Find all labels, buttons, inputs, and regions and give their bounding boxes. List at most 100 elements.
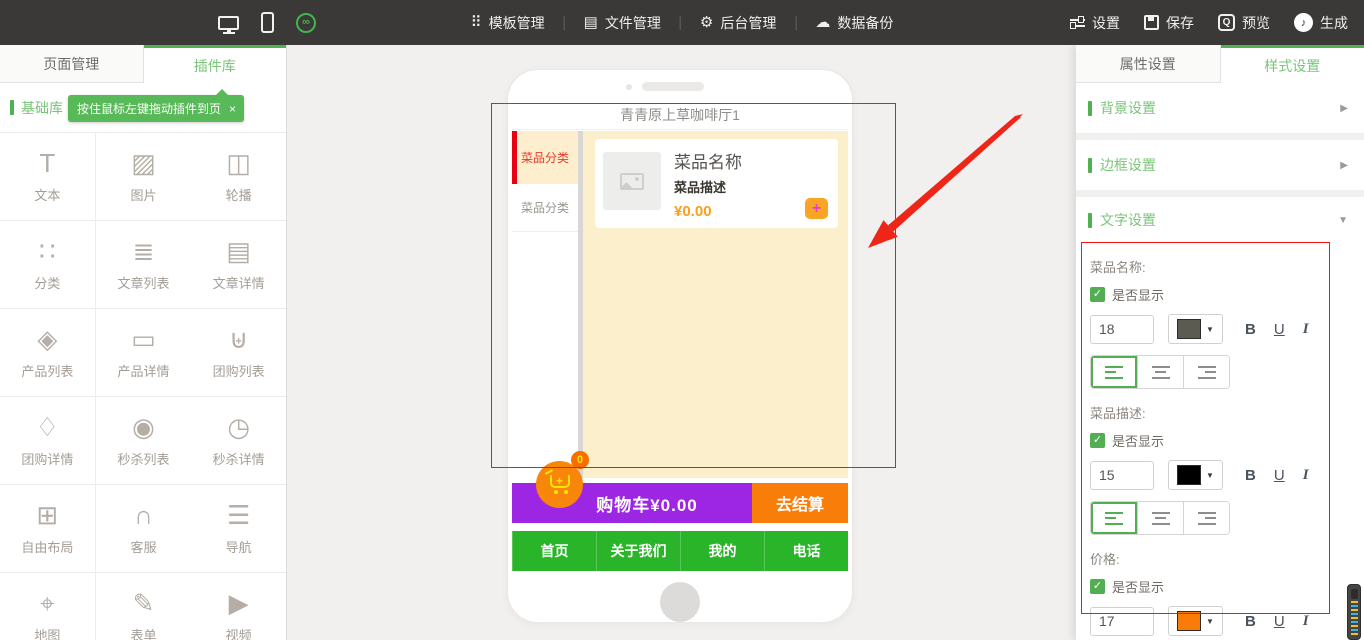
tab-attribute-settings[interactable]: 属性设置 xyxy=(1076,45,1221,83)
widget-item[interactable]: ☰ 导航 xyxy=(191,485,287,573)
category-tab[interactable]: 菜品分类 xyxy=(512,184,578,232)
settings-button[interactable]: 设置 xyxy=(1070,13,1120,33)
widget-item[interactable]: ▤ 文章详情 xyxy=(191,221,287,309)
checkbox-label: 是否显示 xyxy=(1112,431,1164,450)
align-center-button[interactable] xyxy=(1137,356,1183,388)
mini-scrollbar[interactable] xyxy=(1347,584,1361,640)
widget-item[interactable]: ▶ 视频 xyxy=(191,573,287,640)
widget-item[interactable]: ∩ 客服 xyxy=(96,485,192,573)
underline-button[interactable]: U xyxy=(1274,321,1285,338)
widget-item[interactable]: ◷ 秒杀详情 xyxy=(191,397,287,485)
widget-item[interactable]: ✎ 表单 xyxy=(96,573,192,640)
nav-item[interactable]: 我的 xyxy=(680,531,764,571)
menu-file-management[interactable]: ▤ 文件管理 xyxy=(584,13,661,33)
checkout-button[interactable]: 去结算 xyxy=(752,483,848,523)
section-accent-bar xyxy=(1088,158,1092,173)
nav-item[interactable]: 关于我们 xyxy=(596,531,680,571)
section-header[interactable]: 边框设置 ▶ xyxy=(1076,140,1364,190)
close-icon[interactable]: × xyxy=(229,102,236,116)
widget-label: 文章详情 xyxy=(213,273,265,292)
dish-card[interactable]: 菜品名称 菜品描述 ¥0.00 + xyxy=(595,139,838,228)
widget-item[interactable]: ▭ 产品详情 xyxy=(96,309,192,397)
widget-item[interactable]: ∷ 分类 xyxy=(0,221,96,309)
widget-item[interactable]: ▨ 图片 xyxy=(96,133,192,221)
checkbox-checked[interactable]: ✓ xyxy=(1090,579,1105,594)
widget-icon: ◷ xyxy=(227,413,250,441)
font-controls-row: ▼ B U I xyxy=(1090,314,1364,344)
widget-item[interactable]: ◫ 轮播 xyxy=(191,133,287,221)
underline-button[interactable]: U xyxy=(1274,467,1285,484)
checkbox-checked[interactable]: ✓ xyxy=(1090,433,1105,448)
widget-label: 地图 xyxy=(34,625,60,640)
widget-label: 秒杀详情 xyxy=(213,449,265,468)
menu-backend-management[interactable]: ⚙ 后台管理 xyxy=(700,13,776,33)
font-color-dropdown[interactable]: ▼ xyxy=(1168,606,1223,636)
italic-button[interactable]: I xyxy=(1303,467,1309,484)
widget-icon: ⊎ xyxy=(229,325,248,353)
bold-button[interactable]: B xyxy=(1245,467,1256,484)
align-right-button[interactable] xyxy=(1183,502,1229,534)
align-center-icon xyxy=(1152,366,1170,379)
widget-icon: ☰ xyxy=(227,501,250,529)
font-color-dropdown[interactable]: ▼ xyxy=(1168,460,1223,490)
category-column: 菜品分类 菜品分类 xyxy=(512,131,578,478)
chevron-down-icon: ▼ xyxy=(1206,617,1214,626)
save-button[interactable]: 保存 xyxy=(1144,13,1194,33)
font-color-dropdown[interactable]: ▼ xyxy=(1168,314,1223,344)
checkbox-label: 是否显示 xyxy=(1112,577,1164,596)
widget-icon: ⌖ xyxy=(40,589,55,617)
widget-item[interactable]: ⊞ 自由布局 xyxy=(0,485,96,573)
widget-item[interactable]: ⊎ 团购列表 xyxy=(191,309,287,397)
tab-page-management[interactable]: 页面管理 xyxy=(0,45,144,83)
tab-style-settings[interactable]: 样式设置 xyxy=(1221,45,1364,83)
add-to-cart-button[interactable]: + xyxy=(805,198,828,219)
bold-button[interactable]: B xyxy=(1245,321,1256,338)
category-tab-active[interactable]: 菜品分类 xyxy=(512,131,578,184)
nav-item[interactable]: 首页 xyxy=(512,531,596,571)
mobile-view-icon[interactable] xyxy=(261,12,274,33)
library-label: 基础库 xyxy=(21,98,63,118)
align-left-button[interactable] xyxy=(1091,502,1137,534)
font-size-input[interactable] xyxy=(1090,461,1154,490)
align-center-button[interactable] xyxy=(1137,502,1183,534)
italic-button[interactable]: I xyxy=(1303,321,1309,338)
chevron-right-icon[interactable]: ▶ xyxy=(1340,160,1348,171)
tab-plugin-library[interactable]: 插件库 xyxy=(144,45,287,83)
font-size-input[interactable] xyxy=(1090,315,1154,344)
menu-template-management[interactable]: ⠿ 模板管理 xyxy=(471,13,545,33)
widget-item[interactable]: ⌖ 地图 xyxy=(0,573,96,640)
chevron-down-icon[interactable]: ▼ xyxy=(1338,215,1348,226)
widget-item[interactable]: ◈ 产品列表 xyxy=(0,309,96,397)
preview-button[interactable]: Q 预览 xyxy=(1218,13,1270,33)
align-left-button[interactable] xyxy=(1091,356,1137,388)
style-panel: 属性设置 样式设置 背景设置 ▶ 边框设置 ▶ 文字设置 ▼ 菜品名称: ✓ 是… xyxy=(1076,45,1364,640)
font-controls-row: ▼ B U I xyxy=(1090,606,1364,636)
checkbox-checked[interactable]: ✓ xyxy=(1090,287,1105,302)
chevron-right-icon[interactable]: ▶ xyxy=(1340,103,1348,114)
menu-data-backup[interactable]: ☁ 数据备份 xyxy=(815,13,893,33)
font-size-input[interactable] xyxy=(1090,607,1154,636)
desktop-view-icon[interactable] xyxy=(218,16,239,30)
generate-button[interactable]: ♪ 生成 xyxy=(1294,13,1348,33)
widget-icon: ∷ xyxy=(39,237,56,265)
menu-plugin-region[interactable]: 菜品分类 菜品分类 菜品名称 菜品描述 ¥0.00 + xyxy=(512,131,848,478)
italic-button[interactable]: I xyxy=(1303,613,1309,630)
widget-icon: ≣ xyxy=(133,237,155,265)
widget-item[interactable]: T 文本 xyxy=(0,133,96,221)
editor-canvas[interactable]: 青青原上草咖啡厅1 菜品分类 菜品分类 菜品名称 菜品描述 xyxy=(287,45,1076,640)
cloud-upload-icon: ☁ xyxy=(815,15,830,30)
align-right-icon xyxy=(1198,512,1216,525)
widget-item[interactable]: ♢ 团购详情 xyxy=(0,397,96,485)
widget-item[interactable]: ≣ 文章列表 xyxy=(96,221,192,309)
section-header[interactable]: 文字设置 ▼ xyxy=(1076,197,1364,243)
underline-button[interactable]: U xyxy=(1274,613,1285,630)
section-accent-bar xyxy=(10,100,14,115)
menu-label: 模板管理 xyxy=(489,13,545,33)
nav-item[interactable]: 电话 xyxy=(764,531,848,571)
widget-item[interactable]: ◉ 秒杀列表 xyxy=(96,397,192,485)
bold-button[interactable]: B xyxy=(1245,613,1256,630)
section-header[interactable]: 背景设置 ▶ xyxy=(1076,83,1364,133)
link-icon[interactable]: ∞ xyxy=(296,13,316,33)
align-right-button[interactable] xyxy=(1183,356,1229,388)
phone-screen: 青青原上草咖啡厅1 菜品分类 菜品分类 菜品名称 菜品描述 xyxy=(512,100,848,571)
